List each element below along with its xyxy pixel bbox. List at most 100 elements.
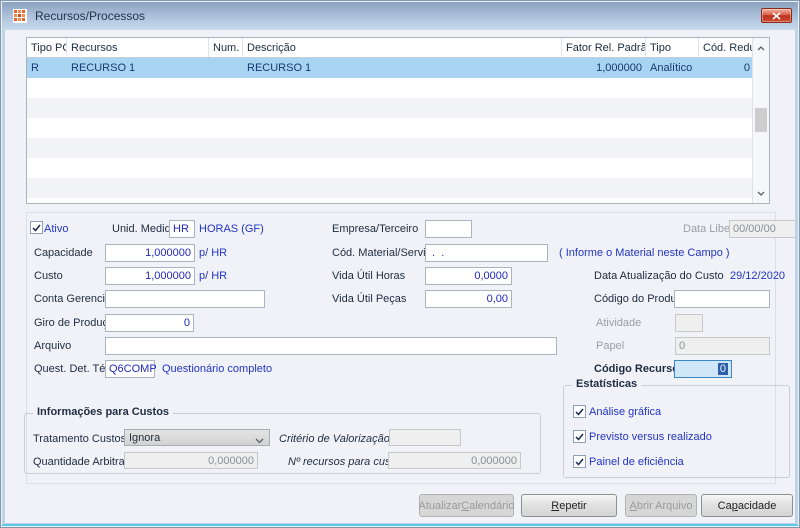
empty-row: [27, 178, 769, 198]
codigo-recurso-field[interactable]: 0: [674, 360, 732, 378]
estatisticas-group-title: Estatísticas: [572, 378, 642, 390]
data-atualizacao-value: 29/12/2020: [730, 270, 786, 282]
resources-table: Tipo PCP Recursos Num. Descrição Fator R…: [26, 37, 770, 204]
quest-det-tec-label: Quest. Det. Téc.: [34, 363, 114, 375]
check-icon: [575, 458, 584, 466]
analise-grafica-label: Análise gráfica: [589, 406, 662, 418]
table-row[interactable]: R RECURSO 1 RECURSO 1 1,000000 Analítico…: [27, 58, 769, 78]
unid-medida-label: Unid. Medida: [112, 223, 177, 235]
col-tipo[interactable]: Tipo: [646, 38, 699, 57]
cell-recursos: RECURSO 1: [71, 62, 136, 74]
giro-producao-field[interactable]: 0: [105, 314, 194, 332]
quest-det-tec-desc: Questionário completo: [162, 363, 273, 375]
criterio-valorizacao-label: Critério de Valorização: [279, 433, 390, 445]
capacidade-field[interactable]: 1,000000: [105, 244, 195, 262]
quantidade-arbitrada-field: 0,000000: [124, 452, 258, 469]
papel-field: 0: [675, 337, 770, 355]
arquivo-field[interactable]: [105, 337, 557, 355]
previsto-realizado-checkbox[interactable]: [573, 430, 586, 443]
table-header: Tipo PCP Recursos Num. Descrição Fator R…: [27, 38, 769, 58]
arquivo-label: Arquivo: [34, 340, 72, 352]
chevron-down-icon: [255, 435, 264, 447]
check-icon: [32, 224, 41, 232]
custo-label: Custo: [34, 270, 63, 282]
cell-num: [209, 58, 243, 78]
col-recursos[interactable]: Recursos: [67, 38, 209, 57]
codigo-recurso-label: Código Recurso: [594, 363, 679, 375]
atividade-label: Atividade: [596, 317, 642, 329]
unid-medida-field[interactable]: HR: [169, 220, 195, 238]
quantidade-arbitrada-label: Quantidade Arbitrada: [33, 456, 137, 468]
scrollbar-thumb[interactable]: [755, 108, 767, 132]
cell-fator-rel-padrao: 1,000000: [596, 62, 642, 74]
cell-cod-reduzido: 0: [743, 62, 750, 74]
tratamento-custos-label: Tratamento Custos: [33, 433, 127, 445]
cod-material-field[interactable]: . .: [425, 244, 548, 262]
capacidade-button[interactable]: Ca p acidade: [701, 494, 793, 517]
codigo-produto-field[interactable]: [674, 290, 770, 308]
empty-row: [27, 158, 769, 178]
empty-row: [27, 98, 769, 118]
cell-tipo: Analítico: [650, 62, 693, 74]
empty-row: [27, 78, 769, 98]
conta-gerencial-field[interactable]: [105, 290, 265, 308]
vida-util-pecas-label: Vida Útil Peças: [332, 293, 407, 305]
check-icon: [575, 433, 584, 441]
recursos-processos-dialog: Recursos/Processos Tipo PCP Recursos Num…: [0, 0, 800, 528]
col-fator-rel-padrao[interactable]: Fator Rel. Padrão: [562, 38, 646, 57]
estatisticas-groupbox: Estatísticas Análise gráfica Previsto ve…: [563, 378, 790, 478]
app-icon: [12, 8, 28, 24]
codigo-produto-label: Código do Produto: [594, 293, 686, 305]
n-recursos-custos-field: 0,000000: [388, 452, 521, 469]
cod-material-label: Cód. Material/Serviço: [332, 247, 438, 259]
abrir-arquivo-button: Abrir Arquivo: [625, 494, 697, 517]
check-icon: [575, 408, 584, 416]
scroll-down-icon[interactable]: [753, 185, 769, 201]
col-descricao[interactable]: Descrição: [243, 38, 562, 57]
custo-field[interactable]: 1,000000: [105, 267, 195, 285]
data-liberacao-field: 00/00/00: [729, 220, 796, 238]
unid-medida-desc: HORAS (GF): [199, 223, 264, 235]
col-num[interactable]: Num.: [209, 38, 243, 57]
atualizar-calendario-button: Atualizar Calendário: [419, 494, 515, 517]
tratamento-custos-value: Ignora: [129, 431, 161, 444]
scroll-up-icon[interactable]: [753, 40, 769, 56]
table-scrollbar[interactable]: [752, 38, 769, 203]
previsto-realizado-label: Previsto versus realizado: [589, 431, 712, 443]
col-tipo-pcp[interactable]: Tipo PCP: [27, 38, 67, 57]
vida-util-horas-label: Vida Útil Horas: [332, 270, 406, 282]
quest-det-tec-field[interactable]: Q6COMP: [105, 360, 157, 378]
custos-group-title: Informações para Custos: [33, 406, 174, 418]
selected-value: 0: [717, 363, 728, 375]
cod-material-hint: ( Informe o Material neste Campo ): [559, 247, 730, 259]
window-title: Recursos/Processos: [35, 9, 146, 23]
cell-tipo-pcp: R: [31, 62, 39, 74]
capacidade-label: Capacidade: [34, 247, 93, 259]
ativo-label: Ativo: [44, 223, 69, 235]
criterio-valorizacao-field: [389, 429, 461, 446]
vida-util-horas-field[interactable]: 0,0000: [425, 267, 512, 285]
capacidade-unit: p/ HR: [199, 247, 228, 259]
custo-unit: p/ HR: [199, 270, 228, 282]
cell-descricao: RECURSO 1: [247, 62, 312, 74]
close-icon: [772, 11, 781, 20]
data-atualizacao-label: Data Atualização do Custo: [594, 270, 724, 282]
conta-gerencial-label: Conta Gerencial: [34, 293, 114, 305]
empresa-terceiro-label: Empresa/Terceiro: [332, 223, 419, 235]
col-cod-reduzido[interactable]: Cód. Reduzido: [699, 38, 754, 57]
painel-eficiencia-label: Painel de eficiência: [589, 456, 684, 468]
window-edge-highlight: [2, 524, 798, 526]
empty-row: [27, 118, 769, 138]
ativo-checkbox[interactable]: [30, 221, 43, 234]
tratamento-custos-dropdown[interactable]: Ignora: [124, 429, 270, 446]
atividade-field: [675, 314, 703, 332]
close-button[interactable]: [761, 8, 792, 23]
vida-util-pecas-field[interactable]: 0,00: [425, 290, 512, 308]
title-bar[interactable]: Recursos/Processos: [2, 2, 798, 30]
empresa-terceiro-field[interactable]: [425, 220, 472, 238]
analise-grafica-checkbox[interactable]: [573, 405, 586, 418]
empty-row: [27, 138, 769, 158]
papel-label: Papel: [596, 340, 625, 352]
repetir-button[interactable]: Repetir: [521, 494, 617, 517]
painel-eficiencia-checkbox[interactable]: [573, 455, 586, 468]
